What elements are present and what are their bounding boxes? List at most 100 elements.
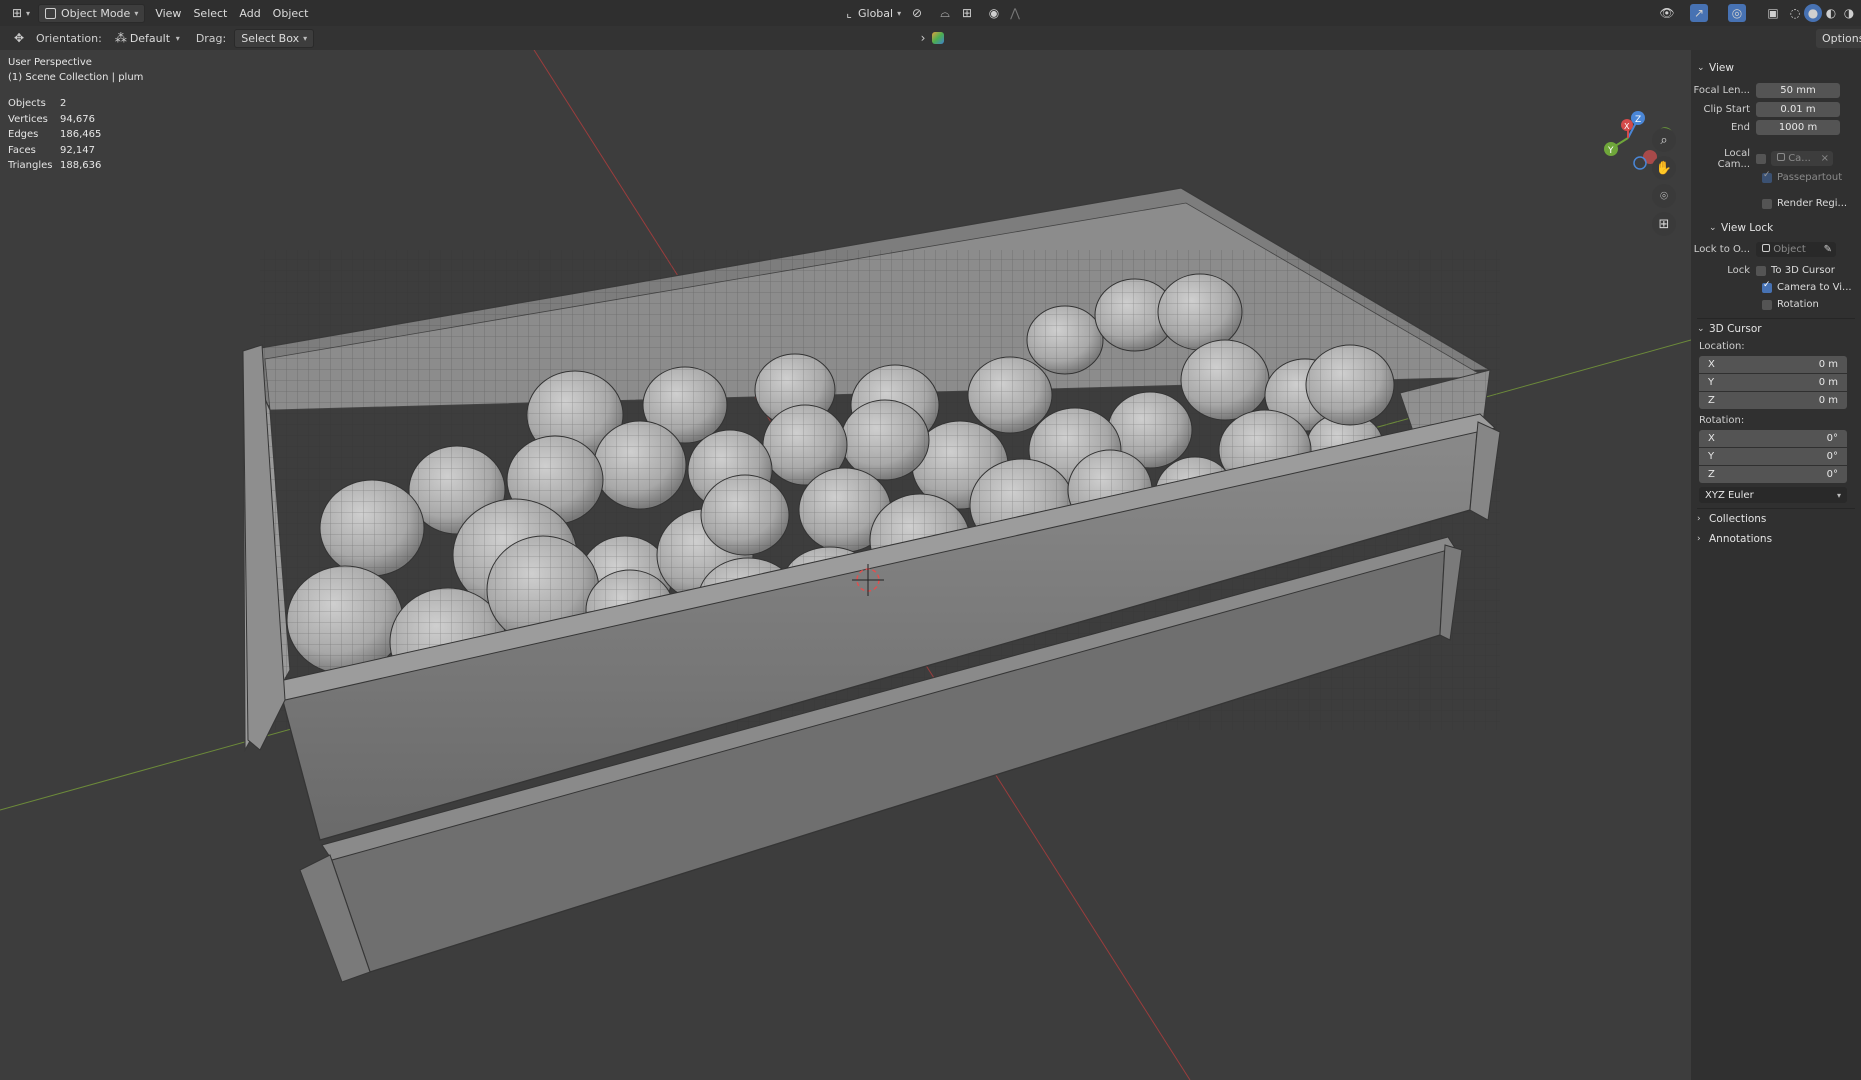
stat-row: Faces 92,147 (8, 143, 101, 159)
to-3d-cursor-label: To 3D Cursor (1771, 265, 1835, 276)
view-panel-title: View (1709, 62, 1734, 74)
focal-length-field[interactable]: 50 mm (1756, 83, 1840, 98)
eyedropper-icon[interactable]: ✎ (1824, 242, 1832, 257)
axis-value: 0 m (1818, 377, 1838, 388)
viewport-header: ⊞ ▾ Object Mode ▾ View Select Add Object… (0, 0, 1861, 26)
cursor-location-z-field[interactable]: Z 0 m (1699, 392, 1847, 409)
options-button[interactable]: Options (1816, 28, 1861, 48)
axis-value: 0 m (1818, 395, 1838, 406)
rendered-shading-icon[interactable]: ◑ (1840, 4, 1858, 22)
view-lock-title: View Lock (1721, 222, 1774, 234)
cursor-location-y-field[interactable]: Y 0 m (1699, 374, 1847, 391)
stat-value: 92,147 (60, 144, 95, 156)
lock-to-object-field[interactable]: Object ✎ (1756, 242, 1836, 257)
chevron-down-icon: ⌄ (1697, 63, 1705, 73)
chevron-down-icon: ⌄ (1697, 324, 1705, 334)
scene-icon[interactable] (932, 32, 944, 44)
perspective-grid-icon[interactable]: ⊞ (1652, 212, 1676, 236)
transform-orientation-selector[interactable]: ⌞ Global ▾ (834, 4, 907, 23)
annotations-title: Annotations (1709, 533, 1773, 545)
rotation-mode-value: XYZ Euler (1705, 489, 1754, 501)
passepartout-checkbox[interactable] (1762, 170, 1772, 183)
chevron-down-icon: ▾ (897, 8, 902, 18)
3d-viewport[interactable]: Z Y X (0, 50, 1691, 1080)
annotations-panel-header[interactable]: › Annotations (1691, 529, 1861, 549)
lock-to-object-label: Lock to O... (1693, 244, 1750, 255)
editor-type-icon[interactable]: ⊞ (8, 4, 26, 22)
camera-to-view-checkbox[interactable] (1762, 280, 1772, 293)
local-camera-checkbox[interactable] (1756, 153, 1766, 164)
collections-panel-header[interactable]: › Collections (1691, 509, 1861, 529)
gizmo-x-label: X (1624, 122, 1630, 131)
snap-icon[interactable]: ⌓ (936, 4, 954, 22)
render-region-row: Render Regi... (1691, 195, 1861, 212)
render-region-checkbox[interactable] (1762, 198, 1772, 209)
view-lock-header[interactable]: ⌄ View Lock (1691, 218, 1861, 238)
stat-label: Faces (8, 144, 36, 156)
focal-length-row: Focal Len... 50 mm (1691, 82, 1861, 99)
stat-value: 186,465 (60, 129, 102, 140)
wireframe-shading-icon[interactable]: ◌ (1786, 4, 1804, 22)
menu-view[interactable]: View (149, 4, 187, 23)
stat-value: 94,676 (60, 113, 95, 125)
orientation-axes-icon: ⌞ (846, 6, 852, 20)
clip-start-field[interactable]: 0.01 m (1756, 102, 1840, 117)
xray-icon[interactable]: ▣ (1764, 4, 1782, 22)
zoom-icon[interactable]: ⌕ (1652, 128, 1676, 152)
stat-value: 188,636 (60, 160, 102, 171)
viewport-info: User Perspective (1) Scene Collection | … (8, 55, 143, 85)
proportional-edit-icon[interactable]: ◉ (985, 4, 1003, 22)
falloff-icon[interactable]: ⋀ (1006, 4, 1024, 22)
cursor-rotation-z-field[interactable]: Z 0° (1699, 466, 1847, 483)
local-camera-field[interactable]: Ca... × (1771, 151, 1833, 166)
passepartout-label: Passepartout (1777, 172, 1843, 183)
scene-stats: Objects 2 Vertices 94,676 Edges 186,465 Faces 9… (8, 96, 101, 174)
chevron-down-icon: ⌄ (1709, 223, 1717, 233)
to-3d-cursor-checkbox[interactable] (1756, 265, 1766, 276)
rotation-mode-select[interactable]: XYZ Euler ▾ (1699, 487, 1847, 503)
move-tool-icon[interactable]: ✥ (10, 29, 28, 47)
menu-select[interactable]: Select (187, 4, 233, 23)
viewport-scene: Z Y X (0, 50, 1691, 1080)
gizmo-z-label: Z (1635, 115, 1641, 125)
visibility-icon[interactable]: 👁 (1658, 4, 1676, 22)
pan-hand-icon[interactable]: ✋ (1652, 156, 1676, 180)
clip-end-row: End 1000 m (1691, 119, 1861, 136)
menu-add[interactable]: Add (233, 4, 266, 23)
axis-label: Y (1708, 377, 1715, 388)
snap-target-icon[interactable]: ⊞ (958, 4, 976, 22)
local-camera-value: Ca... (1788, 153, 1811, 164)
axis-label: Y (1708, 451, 1715, 462)
cursor-rotation-y-field[interactable]: Y 0° (1699, 448, 1847, 465)
lock-rotation-checkbox[interactable] (1762, 299, 1772, 310)
axis-value: 0° (1826, 451, 1838, 462)
orientation-selector[interactable]: ⁂ Default ▾ (108, 29, 186, 48)
material-shading-icon[interactable]: ◐ (1822, 4, 1840, 22)
pivot-icon[interactable]: ⊘ (908, 4, 926, 22)
gizmo-toggle-icon[interactable]: ↗ (1690, 4, 1708, 22)
camera-view-icon[interactable]: ⌾ (1652, 184, 1676, 208)
mode-selector[interactable]: Object Mode ▾ (38, 3, 146, 23)
chevron-right-icon[interactable]: › (914, 29, 932, 47)
solid-shading-icon[interactable]: ● (1804, 4, 1822, 22)
drag-selector[interactable]: Select Box ▾ (234, 28, 315, 48)
sidebar-panel: ⌄ View Focal Len... 50 mm Clip Start 0.0… (1691, 50, 1861, 1080)
overlay-toggle-icon[interactable]: ◎ (1728, 4, 1746, 22)
axis-label: X (1708, 359, 1715, 370)
clear-icon[interactable]: × (1821, 151, 1829, 166)
local-camera-label: Local Cam... (1717, 147, 1750, 170)
drag-value: Select Box (241, 31, 300, 45)
chevron-down-icon: ▾ (1836, 490, 1841, 500)
view-panel-header[interactable]: ⌄ View (1691, 58, 1861, 78)
location-label: Location: (1699, 341, 1745, 352)
chevron-down-icon: ▾ (26, 8, 31, 18)
3d-cursor-panel-header[interactable]: ⌄ 3D Cursor (1691, 319, 1861, 339)
focal-length-label: Focal Len... (1693, 85, 1750, 96)
axis-label: Z (1708, 469, 1715, 480)
cursor-location-x-field[interactable]: X 0 m (1699, 356, 1847, 373)
clip-end-field[interactable]: 1000 m (1756, 120, 1840, 135)
cursor-rotation-x-field[interactable]: X 0° (1699, 430, 1847, 447)
stat-row: Vertices 94,676 (8, 112, 101, 128)
lock-to-object-placeholder: Object (1773, 244, 1806, 255)
menu-object[interactable]: Object (267, 4, 315, 23)
